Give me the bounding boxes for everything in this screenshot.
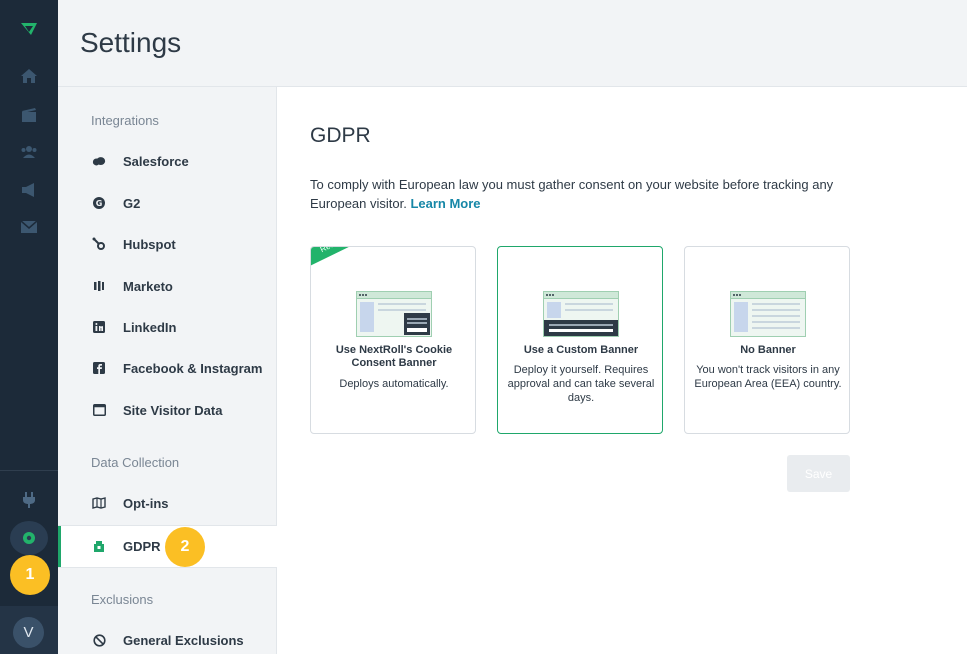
subnav-item-label: Facebook & Instagram: [123, 360, 263, 376]
nextroll-banner-illustration: [356, 291, 432, 337]
megaphone-icon[interactable]: [19, 180, 39, 200]
gdpr-panel: GDPR To comply with European law you mus…: [277, 87, 967, 654]
settings-nav-button[interactable]: [10, 521, 48, 555]
section-title: GDPR: [310, 124, 371, 147]
recommended-ribbon: Recommended: [311, 247, 451, 277]
email-icon[interactable]: [19, 217, 39, 237]
subnav-item-label: G2: [123, 195, 141, 211]
browser-window-icon: [92, 403, 106, 417]
subnav-item-label: Site Visitor Data: [123, 402, 223, 418]
g2-icon: G: [92, 196, 106, 210]
block-icon: [92, 633, 106, 647]
subnav-item-general-exclusions[interactable]: General Exclusions: [58, 620, 277, 654]
marketo-icon: [92, 279, 106, 293]
linkedin-icon: [92, 320, 106, 334]
option-card-no-banner[interactable]: No Banner You won't track visitors in an…: [684, 246, 850, 434]
subnav-item-label: General Exclusions: [123, 632, 244, 648]
settings-subnav: Integrations Salesforce G G2 Hubspot Mar…: [58, 87, 277, 654]
learn-more-link[interactable]: Learn More: [410, 196, 480, 211]
card-title: Use a Custom Banner: [523, 344, 639, 356]
card-title: Use NextRoll's Cookie Consent Banner: [335, 344, 453, 369]
section-label-exclusions: Exclusions: [91, 592, 154, 607]
card-description: Deploys automatically.: [339, 378, 449, 390]
gear-icon: [23, 532, 35, 544]
step-badge-2: 2: [165, 527, 205, 567]
gdpr-description: To comply with European law you must gat…: [310, 175, 890, 213]
plug-icon[interactable]: [19, 490, 39, 510]
option-card-nextroll-banner[interactable]: Recommended Use NextRoll's Cookie Consen…: [310, 246, 476, 434]
map-icon: [92, 496, 106, 510]
subnav-item-site-visitor-data[interactable]: Site Visitor Data: [58, 390, 277, 430]
subnav-item-label: Marketo: [123, 278, 173, 294]
subnav-item-linkedin[interactable]: LinkedIn: [58, 307, 277, 347]
section-label-integrations: Integrations: [91, 113, 159, 128]
page-title: Settings: [80, 27, 182, 58]
subnav-item-hubspot[interactable]: Hubspot: [58, 224, 277, 264]
custom-banner-illustration: [543, 291, 619, 337]
home-icon[interactable]: [19, 66, 39, 86]
step-badge-1: 1: [10, 555, 50, 595]
subnav-item-label: Opt-ins: [123, 495, 169, 511]
shield-icon: [92, 540, 106, 554]
card-description: Deploy it yourself. Requires approval an…: [507, 364, 655, 404]
logo-icon[interactable]: [19, 19, 39, 39]
audiences-icon[interactable]: [19, 142, 39, 162]
avatar[interactable]: V: [13, 617, 44, 648]
subnav-item-label: Salesforce: [123, 153, 189, 169]
subnav-item-marketo[interactable]: Marketo: [58, 266, 277, 306]
section-label-data-collection: Data Collection: [91, 455, 180, 470]
hubspot-icon: [92, 237, 106, 251]
subnav-item-facebook-instagram[interactable]: Facebook & Instagram: [58, 348, 277, 388]
svg-text:G: G: [96, 199, 103, 208]
subnav-item-label: GDPR: [123, 539, 161, 554]
subnav-item-g2[interactable]: G G2: [58, 183, 277, 223]
salesforce-icon: [92, 154, 106, 168]
description-text: To comply with European law you must gat…: [310, 177, 834, 211]
page-header: Settings: [58, 0, 967, 87]
subnav-item-label: LinkedIn: [123, 319, 177, 335]
card-description: You won't track visitors in any European…: [694, 364, 842, 390]
card-title: No Banner: [740, 344, 796, 356]
campaigns-icon[interactable]: [19, 105, 39, 125]
subnav-item-opt-ins[interactable]: Opt-ins: [58, 483, 277, 523]
save-button[interactable]: Save: [787, 455, 850, 492]
subnav-item-salesforce[interactable]: Salesforce: [58, 141, 277, 181]
facebook-icon: [92, 361, 106, 375]
option-card-custom-banner[interactable]: Use a Custom Banner Deploy it yourself. …: [497, 246, 663, 434]
subnav-item-label: Hubspot: [123, 236, 176, 252]
rail-divider: [0, 470, 58, 471]
no-banner-illustration: [730, 291, 806, 337]
